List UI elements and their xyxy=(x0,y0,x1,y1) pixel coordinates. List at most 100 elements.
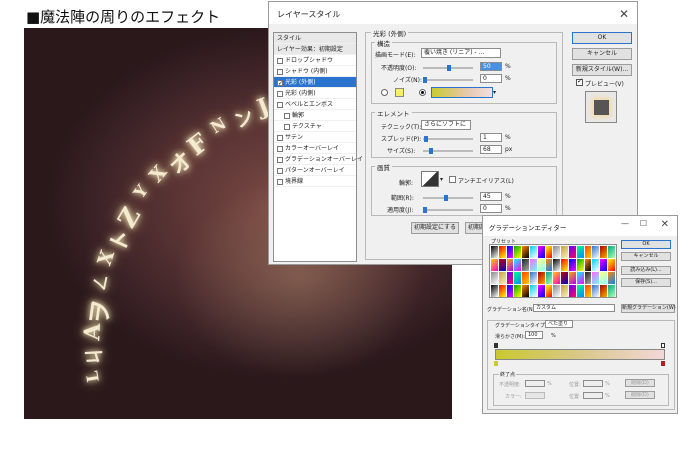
preset-swatch[interactable] xyxy=(498,285,506,297)
load-button[interactable]: 読み込み(L)... xyxy=(621,266,671,275)
preset-swatch[interactable] xyxy=(553,272,561,284)
glow-color-swatch[interactable] xyxy=(395,88,404,97)
spread-input[interactable]: 1 xyxy=(480,133,502,142)
preset-swatch[interactable] xyxy=(561,246,568,258)
preset-swatch[interactable] xyxy=(592,272,600,284)
sidebar-item[interactable]: カラーオーバーレイ xyxy=(274,143,356,154)
preset-swatch[interactable] xyxy=(514,246,522,258)
sidebar-item[interactable]: 輪郭 xyxy=(274,110,356,121)
preset-swatch[interactable] xyxy=(584,272,592,284)
opacity-slider-knob[interactable] xyxy=(447,65,451,71)
sidebar-item-checkbox[interactable] xyxy=(284,112,290,119)
spread-slider-knob[interactable] xyxy=(424,136,428,142)
smoothness-input[interactable]: 100 xyxy=(525,331,543,339)
gradient-name-input[interactable]: カスタム xyxy=(533,304,615,312)
stop-location-input[interactable] xyxy=(583,380,603,387)
sidebar-item[interactable]: 境界線 xyxy=(274,176,356,187)
preset-swatch[interactable] xyxy=(506,285,514,297)
stop-color-swatch[interactable] xyxy=(525,392,545,399)
preset-swatch[interactable] xyxy=(537,285,545,297)
sidebar-item[interactable]: シャドウ (内側) xyxy=(274,66,356,77)
maximize-icon[interactable]: ☐ xyxy=(640,219,647,228)
sidebar-item[interactable]: ドロップシャドウ xyxy=(274,55,356,66)
preset-swatch[interactable] xyxy=(584,285,592,297)
sidebar-item-checkbox[interactable] xyxy=(284,123,290,130)
preset-swatch[interactable] xyxy=(514,285,522,297)
preset-swatch[interactable] xyxy=(491,246,498,258)
noise-slider[interactable] xyxy=(423,77,473,83)
cancel-button[interactable]: キャンセル xyxy=(572,48,632,60)
preset-swatch[interactable] xyxy=(576,285,584,297)
preset-swatch[interactable] xyxy=(537,272,545,284)
sidebar-item-checkbox[interactable] xyxy=(277,167,283,174)
preset-swatch[interactable] xyxy=(608,272,615,284)
range-input[interactable]: 45 xyxy=(480,192,502,201)
stop-opacity-input[interactable] xyxy=(525,380,545,387)
preset-swatch[interactable] xyxy=(498,246,506,258)
noise-slider-knob[interactable] xyxy=(423,77,427,83)
preset-swatch[interactable] xyxy=(569,285,576,297)
sidebar-item-checkbox[interactable] xyxy=(277,68,283,75)
jitter-slider[interactable] xyxy=(423,207,473,213)
make-default-button[interactable]: 初期設定にする xyxy=(411,222,459,234)
sidebar-item-checkbox[interactable] xyxy=(277,79,283,86)
preset-swatch[interactable] xyxy=(545,259,553,271)
sidebar-item[interactable]: テクスチャ xyxy=(274,121,356,132)
range-slider[interactable] xyxy=(423,195,473,201)
preset-swatch[interactable] xyxy=(569,246,576,258)
preset-swatch[interactable] xyxy=(506,259,514,271)
save-button[interactable]: 保存(S)... xyxy=(621,278,671,287)
size-slider[interactable] xyxy=(423,148,473,154)
preset-swatch[interactable] xyxy=(491,259,498,271)
gradient-radio[interactable] xyxy=(419,89,426,96)
close-icon[interactable]: ✕ xyxy=(661,219,669,230)
preset-swatch[interactable] xyxy=(561,272,568,284)
preset-swatch[interactable] xyxy=(530,246,537,258)
new-gradient-button[interactable]: 新規グラデーション(W) xyxy=(621,304,676,313)
gradient-picker[interactable] xyxy=(431,87,493,98)
jitter-input[interactable]: 0 xyxy=(480,204,502,213)
jitter-slider-knob[interactable] xyxy=(423,207,427,213)
preset-swatch[interactable] xyxy=(491,272,498,284)
sidebar-item-checkbox[interactable] xyxy=(277,178,283,185)
preset-swatch[interactable] xyxy=(553,285,561,297)
preset-swatch[interactable] xyxy=(545,285,553,297)
sidebar-item-checkbox[interactable] xyxy=(277,145,283,152)
sidebar-item[interactable]: 光彩 (内側) xyxy=(274,88,356,99)
preset-swatch[interactable] xyxy=(506,272,514,284)
new-style-button[interactable]: 新規スタイル(W)... xyxy=(572,64,632,76)
preset-swatch[interactable] xyxy=(584,259,592,271)
stop-color-location-input[interactable] xyxy=(583,392,603,399)
preview-checkbox[interactable]: ✓ xyxy=(576,77,583,86)
preset-swatch[interactable] xyxy=(592,259,600,271)
opacity-stop-right[interactable] xyxy=(661,343,665,348)
preset-swatch[interactable] xyxy=(522,285,529,297)
preset-swatch[interactable] xyxy=(600,259,607,271)
preset-swatch[interactable] xyxy=(522,246,529,258)
opacity-stop-left[interactable] xyxy=(494,343,498,348)
preset-swatch[interactable] xyxy=(522,272,529,284)
preset-swatch[interactable] xyxy=(600,272,607,284)
size-slider-knob[interactable] xyxy=(429,148,433,154)
preset-swatch[interactable] xyxy=(530,259,537,271)
preset-swatch[interactable] xyxy=(608,246,615,258)
ok-button[interactable]: OK xyxy=(621,240,671,249)
preset-swatch[interactable] xyxy=(592,246,600,258)
opacity-input[interactable]: 50 xyxy=(480,62,502,71)
gradient-bar[interactable] xyxy=(495,349,665,360)
sidebar-item-checkbox[interactable] xyxy=(277,134,283,141)
antialias-checkbox[interactable] xyxy=(449,176,456,183)
spread-slider[interactable] xyxy=(423,136,473,142)
sidebar-header[interactable]: スタイル xyxy=(274,33,356,44)
preset-swatch[interactable] xyxy=(545,246,553,258)
blend-mode-select[interactable]: 覆い焼き (リニア) - ... xyxy=(421,48,501,58)
sidebar-item[interactable]: 光彩 (外側) xyxy=(274,77,356,88)
chevron-down-icon[interactable]: ▾ xyxy=(493,89,496,96)
preset-swatch[interactable] xyxy=(553,246,561,258)
preset-swatch[interactable] xyxy=(576,246,584,258)
minimize-icon[interactable]: — xyxy=(621,219,629,228)
preset-swatch[interactable] xyxy=(569,272,576,284)
preset-swatch[interactable] xyxy=(553,259,561,271)
sidebar-item[interactable]: ベベルとエンボス xyxy=(274,99,356,110)
sidebar-subheader[interactable]: レイヤー効果：初期設定 xyxy=(274,44,356,55)
